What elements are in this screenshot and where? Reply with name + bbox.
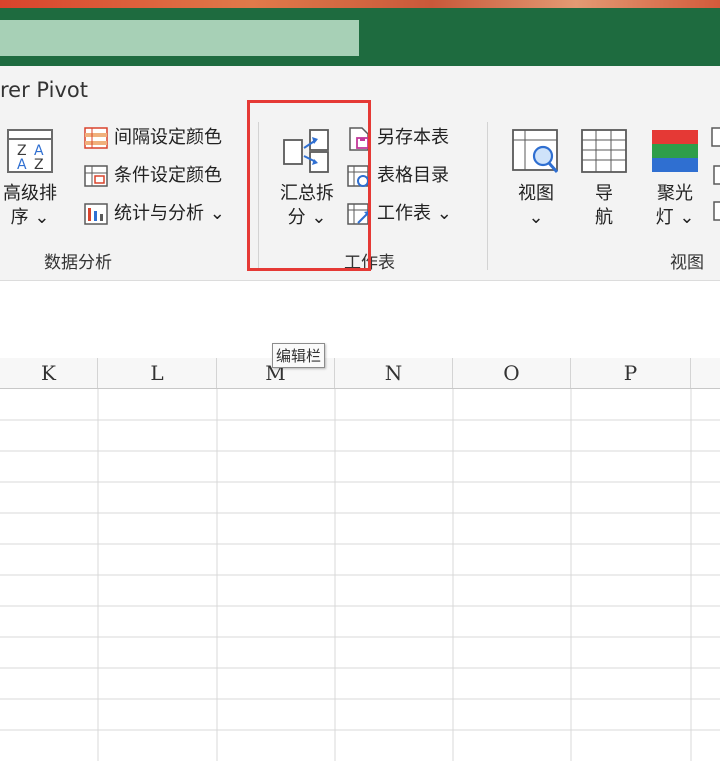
conditional-color-label: 条件设定颜色 xyxy=(114,165,222,186)
spotlight-label-2: 灯 ⌄ xyxy=(655,207,695,228)
formula-bar[interactable] xyxy=(0,280,720,341)
spotlight-icon xyxy=(652,130,698,172)
column-header-row: K L M N O P xyxy=(0,358,720,389)
navigation-label-2: 航 xyxy=(595,207,613,228)
column-header[interactable]: K xyxy=(0,358,98,388)
ribbon-tab-label[interactable]: rer Pivot xyxy=(0,78,88,102)
cell-grid[interactable] xyxy=(0,389,720,761)
column-header[interactable]: L xyxy=(98,358,217,388)
column-header[interactable]: P xyxy=(571,358,691,388)
sort-az-icon: Z A A Z xyxy=(7,129,53,173)
view-button[interactable]: 视图 ⌄ xyxy=(506,126,566,234)
group-label-view: 视图 xyxy=(670,253,704,273)
search-box[interactable] xyxy=(0,20,359,56)
svg-text:A: A xyxy=(17,157,27,173)
statistics-label: 统计与分析 ⌄ xyxy=(114,203,225,224)
ribbon-separator-2 xyxy=(487,122,488,270)
statistics-icon xyxy=(84,203,108,225)
clipped-ribbon-icons xyxy=(711,127,720,221)
conditional-color-icon xyxy=(84,165,108,187)
worksheet-label: 工作表 ⌄ xyxy=(377,203,452,224)
alternate-color-label: 间隔设定颜色 xyxy=(114,127,222,148)
navigation-button[interactable]: 导 航 xyxy=(576,126,632,234)
column-header[interactable]: O xyxy=(453,358,571,388)
spotlight-label-1: 聚光 xyxy=(657,183,693,204)
view-magnifier-icon xyxy=(512,129,559,173)
column-header[interactable]: N xyxy=(335,358,453,388)
svg-text:Z: Z xyxy=(34,157,44,173)
table-directory-label: 表格目录 xyxy=(377,165,449,186)
spotlight-button[interactable]: 聚光 灯 ⌄ xyxy=(644,126,706,234)
advanced-sort-label-1: 高级排 xyxy=(3,183,57,204)
navigation-grid-icon xyxy=(581,129,627,173)
advanced-sort-label-2: 序 ⌄ xyxy=(10,207,50,228)
formula-bar-tooltip: 编辑栏 xyxy=(272,343,326,368)
save-sheet-label: 另存本表 xyxy=(377,127,449,148)
group-label-data-analysis: 数据分析 xyxy=(44,253,112,273)
view-label-1: 视图 xyxy=(518,183,554,204)
title-bar-decoration xyxy=(0,0,720,8)
alternate-color-icon xyxy=(84,127,108,149)
highlight-annotation xyxy=(247,100,371,271)
navigation-label-1: 导 xyxy=(595,183,613,204)
view-label-2: ⌄ xyxy=(528,207,544,228)
advanced-sort-button[interactable]: Z A A Z 高级排 序 ⌄ xyxy=(0,125,60,235)
